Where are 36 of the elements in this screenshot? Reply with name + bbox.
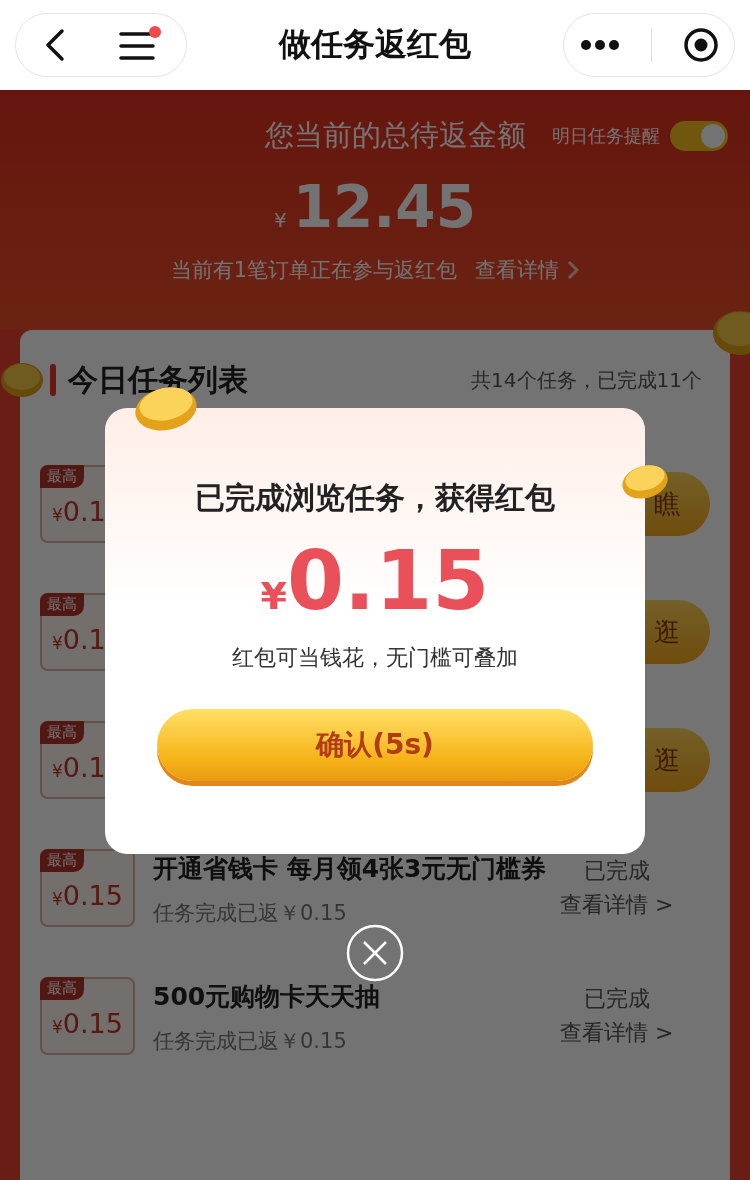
orders-text: 当前有1笔订单正在参与返红包	[170, 257, 458, 284]
reward-amount: ¥0.1	[51, 624, 106, 657]
close-icon[interactable]	[346, 924, 404, 982]
reward-value: 0.15	[287, 533, 490, 629]
details-link[interactable]: 查看详情 >	[560, 890, 674, 920]
task-status: 已完成	[583, 857, 650, 885]
reward-amount: ¥0.15	[51, 1008, 123, 1041]
total-amount: 12.45	[292, 174, 477, 240]
currency-symbol: ¥	[260, 574, 288, 618]
reward-amount: ¥0.15	[51, 880, 123, 913]
details-link[interactable]: 查看详情	[475, 256, 560, 284]
task-note: 任务完成已返￥0.15	[153, 1028, 348, 1055]
task-summary: 共14个任务，已完成11个	[471, 366, 702, 394]
reward-amount: ¥0.1	[51, 752, 106, 785]
reward-tag: 最高	[40, 721, 84, 744]
reward-tag: 最高	[40, 977, 84, 1000]
task-note: 任务完成已返￥0.15	[153, 900, 348, 927]
more-icon[interactable]	[579, 39, 620, 51]
task-title: 开通省钱卡 每月领4张3元无门槛券	[153, 853, 548, 885]
task-title: 500元购物卡天天抽	[153, 981, 382, 1013]
reminder-label: 明日任务提醒	[552, 124, 660, 148]
dialog-description: 红包可当钱花，无门槛可叠加	[232, 644, 518, 672]
reward-tag: 最高	[40, 593, 84, 616]
details-link[interactable]: 查看详情 >	[560, 1018, 674, 1048]
chevron-icon	[567, 260, 580, 280]
total-label: 您当前的总待返金额	[265, 117, 526, 154]
task-status: 已完成	[583, 985, 650, 1013]
reminder-switch[interactable]	[670, 121, 728, 151]
page-title: 做任务返红包	[279, 24, 471, 65]
reward-tag: 最高	[40, 465, 84, 488]
currency-symbol: ¥	[273, 208, 287, 232]
reward-amount: ¥0.1	[51, 496, 106, 529]
title-marker	[50, 364, 56, 396]
reward-tag: 最高	[40, 849, 84, 872]
dialog-title: 已完成浏览任务，获得红包	[195, 479, 555, 517]
coin-icon	[0, 360, 44, 400]
